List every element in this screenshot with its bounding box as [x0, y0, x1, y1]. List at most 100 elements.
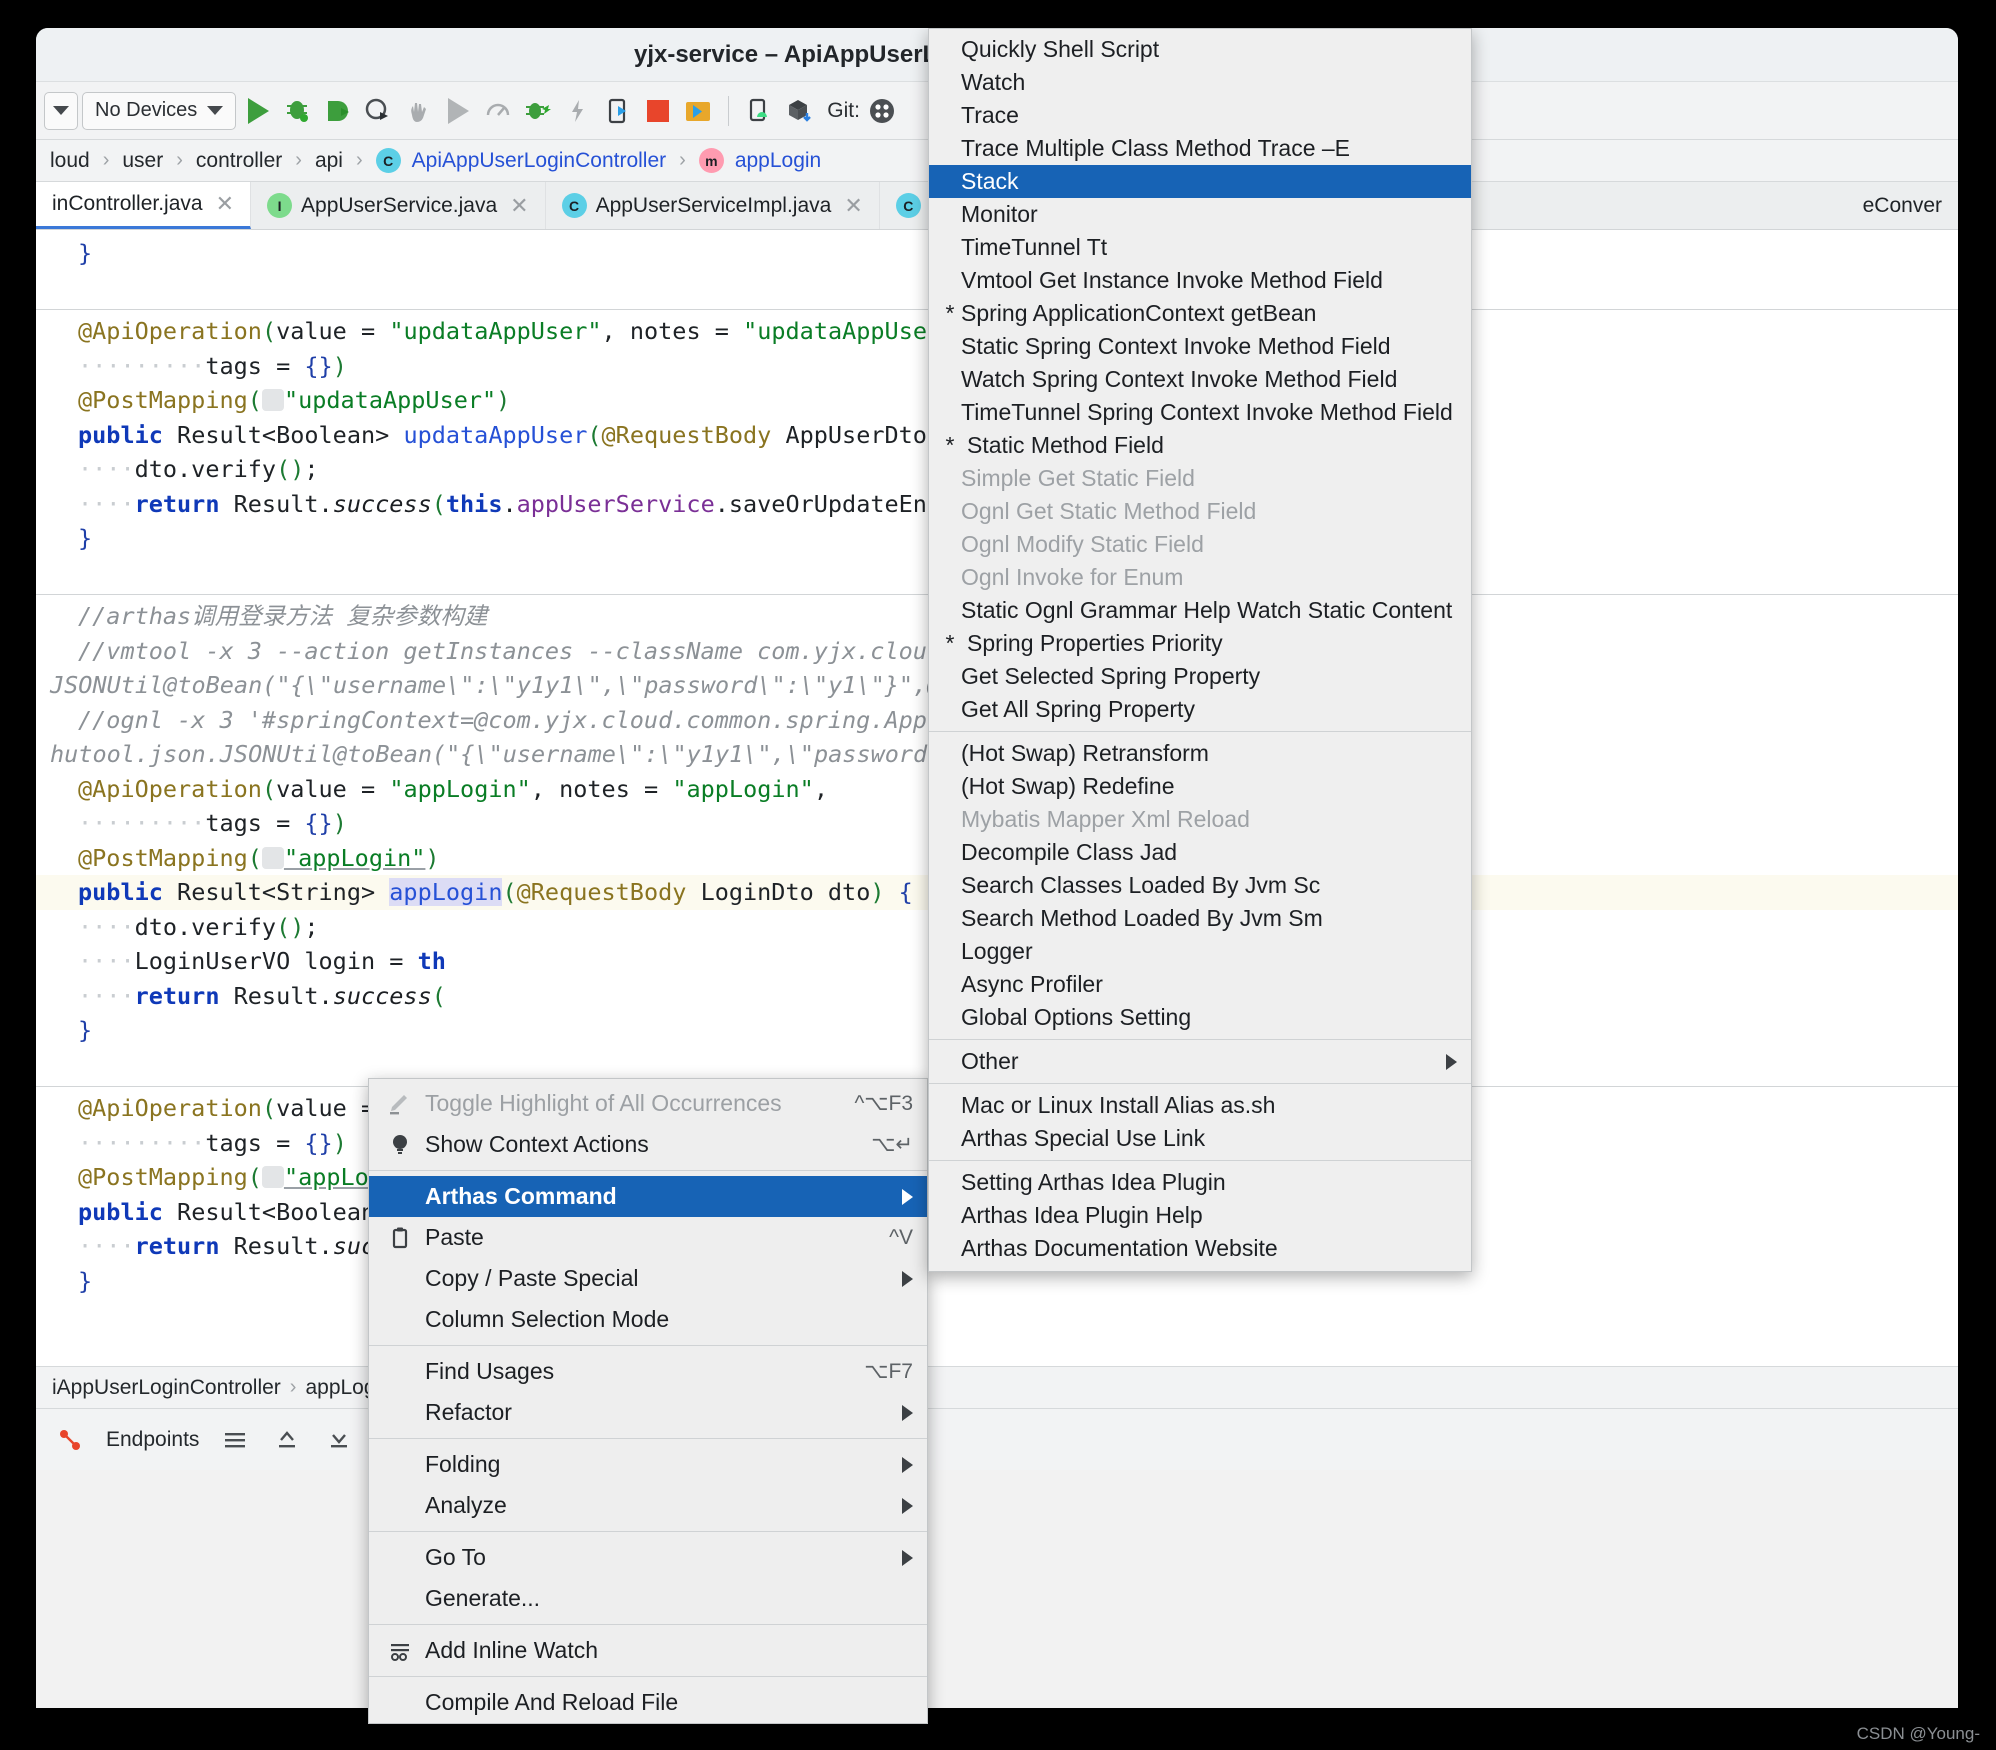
run-icon[interactable]: [240, 93, 276, 129]
arthas-item-trace[interactable]: Trace: [929, 99, 1471, 132]
breadcrumb-item-5[interactable]: appLogin: [735, 149, 821, 173]
menu-item-shortcut: ⌥F7: [864, 1360, 913, 1383]
menu-item-go-to[interactable]: Go To: [369, 1537, 927, 1578]
arthas-item-monitor[interactable]: Monitor: [929, 198, 1471, 231]
arthas-item-watch-spring-context-invoke[interactable]: Watch Spring Context Invoke Method Field: [929, 363, 1471, 396]
arthas-item-vmtool-get-instance[interactable]: Vmtool Get Instance Invoke Method Field: [929, 264, 1471, 297]
breadcrumb-item-4[interactable]: ApiAppUserLoginController: [412, 149, 666, 173]
list-icon[interactable]: [219, 1424, 251, 1456]
tab-converter[interactable]: eConver: [1847, 182, 1958, 229]
arthas-item-decompile-class-jad[interactable]: Decompile Class Jad: [929, 836, 1471, 869]
arthas-item-setting-arthas-idea-plugin[interactable]: Setting Arthas Idea Plugin: [929, 1166, 1471, 1199]
close-icon[interactable]: ✕: [844, 193, 862, 219]
tab-app-user-service-impl[interactable]: C AppUserServiceImpl.java ✕: [546, 182, 880, 229]
arthas-item-label: TimeTunnel Tt: [961, 234, 1108, 260]
menu-item-column-selection-mode[interactable]: Column Selection Mode: [369, 1299, 927, 1340]
rest-endpoint-icon: [261, 389, 284, 411]
arthas-item-arthas-documentation-website[interactable]: Arthas Documentation Website: [929, 1232, 1471, 1265]
method-icon: m: [698, 148, 724, 173]
device-selector[interactable]: No Devices: [82, 91, 237, 130]
run-with-coverage-icon[interactable]: [320, 93, 356, 129]
menu-item-add-inline-watch[interactable]: Add Inline Watch: [369, 1630, 927, 1671]
phone-icon[interactable]: [741, 93, 777, 129]
arthas-item-ognl-invoke-for-enum[interactable]: Ognl Invoke for Enum: [929, 561, 1471, 594]
tab-api-app-user-login-controller[interactable]: inController.java ✕: [36, 182, 252, 229]
android-avd-icon[interactable]: [680, 93, 716, 129]
inline-watch-icon: [383, 1638, 417, 1664]
arthas-item-logger[interactable]: Logger: [929, 935, 1471, 968]
menu-item-analyze[interactable]: Analyze: [369, 1485, 927, 1526]
arthas-item-label: Logger: [961, 938, 1033, 964]
menu-item-paste[interactable]: Paste ^V: [369, 1217, 927, 1258]
menu-item-label: Find Usages: [425, 1358, 555, 1384]
arthas-item-mac-or-linux-install-alias[interactable]: Mac or Linux Install Alias as.sh: [929, 1089, 1471, 1122]
tab-app-user-service[interactable]: I AppUserService.java ✕: [251, 182, 546, 229]
arthas-item-spring-properties-priority[interactable]: * Spring Properties Priority: [929, 627, 1471, 660]
breadcrumb-item-3[interactable]: api: [315, 149, 343, 173]
arthas-item-get-selected-spring-property[interactable]: Get Selected Spring Property: [929, 660, 1471, 693]
arthas-item-arthas-idea-plugin-help[interactable]: Arthas Idea Plugin Help: [929, 1199, 1471, 1232]
menu-item-folding[interactable]: Folding: [369, 1444, 927, 1485]
profile-icon[interactable]: [360, 93, 396, 129]
menu-item-find-usages[interactable]: Find Usages ⌥F7: [369, 1351, 927, 1392]
menu-item-compile-and-reload-file[interactable]: Compile And Reload File: [369, 1682, 927, 1723]
git-branch-icon[interactable]: [864, 93, 900, 129]
arthas-item-spring-applicationcontext-getbean[interactable]: * Spring ApplicationContext getBean: [929, 297, 1471, 330]
project-selector[interactable]: [44, 91, 78, 130]
arthas-item-search-classes-loaded-by-jvm-sc[interactable]: Search Classes Loaded By Jvm Sc: [929, 869, 1471, 902]
arthas-item-timetunnel-tt[interactable]: TimeTunnel Tt: [929, 231, 1471, 264]
editor-context-menu[interactable]: Toggle Highlight of All Occurrences ^⌥F3…: [368, 1078, 928, 1724]
attach-debugger-icon[interactable]: [520, 93, 556, 129]
arthas-item-stack[interactable]: Stack: [929, 165, 1471, 198]
breadcrumb-item-1[interactable]: user: [122, 149, 163, 173]
class-icon: C: [375, 148, 401, 173]
arthas-item-timetunnel-spring-context-invoke[interactable]: TimeTunnel Spring Context Invoke Method …: [929, 396, 1471, 429]
arthas-item-trace-multiple-class-method[interactable]: Trace Multiple Class Method Trace –E: [929, 132, 1471, 165]
breadcrumb-item-2[interactable]: controller: [196, 149, 282, 173]
menu-item-show-context-actions[interactable]: Show Context Actions ⌥↵: [369, 1124, 927, 1165]
menu-item-copy-paste-special[interactable]: Copy / Paste Special: [369, 1258, 927, 1299]
endpoints-label[interactable]: Endpoints: [106, 1428, 199, 1452]
menu-item-generate[interactable]: Generate...: [369, 1578, 927, 1619]
arthas-item-global-options-setting[interactable]: Global Options Setting: [929, 1001, 1471, 1034]
chevron-right-icon: ›: [295, 149, 302, 171]
arthas-item-ognl-modify-static-field[interactable]: Ognl Modify Static Field: [929, 528, 1471, 561]
arthas-item-label: Monitor: [961, 201, 1038, 227]
arthas-item-other[interactable]: Other: [929, 1045, 1471, 1078]
breadcrumb-item-0[interactable]: loud: [50, 149, 90, 173]
class-icon: C: [561, 193, 587, 218]
submenu-arrow-icon: [902, 1456, 913, 1473]
export-icon[interactable]: [271, 1424, 303, 1456]
arthas-item-arthas-special-use-link[interactable]: Arthas Special Use Link: [929, 1122, 1471, 1155]
arthas-item-get-all-spring-property[interactable]: Get All Spring Property: [929, 693, 1471, 726]
arthas-item-static-ognl-grammar-help[interactable]: Static Ognl Grammar Help Watch Static Co…: [929, 594, 1471, 627]
menu-item-toggle-highlight[interactable]: Toggle Highlight of All Occurrences ^⌥F3: [369, 1083, 927, 1124]
arthas-item-ognl-get-static-method-field[interactable]: Ognl Get Static Method Field: [929, 495, 1471, 528]
arthas-item-hot-swap-retransform[interactable]: (Hot Swap) Retransform: [929, 737, 1471, 770]
import-icon[interactable]: [323, 1424, 355, 1456]
device-manager-icon[interactable]: [600, 93, 636, 129]
arthas-item-label: Search Method Loaded By Jvm Sm: [961, 905, 1323, 931]
debug-icon[interactable]: [280, 93, 316, 129]
arthas-item-simple-get-static-field[interactable]: Simple Get Static Field: [929, 462, 1471, 495]
arthas-item-static-spring-context-invoke[interactable]: Static Spring Context Invoke Method Fiel…: [929, 330, 1471, 363]
stop-icon[interactable]: [640, 93, 676, 129]
arthas-item-label: Spring ApplicationContext getBean: [961, 300, 1317, 326]
arthas-item-static-method-field[interactable]: * Static Method Field: [929, 429, 1471, 462]
arthas-item-quickly-shell-script[interactable]: Quickly Shell Script: [929, 33, 1471, 66]
arthas-item-label: Quickly Shell Script: [961, 36, 1160, 62]
arthas-item-async-profiler[interactable]: Async Profiler: [929, 968, 1471, 1001]
arthas-command-submenu[interactable]: Quickly Shell Script Watch Trace Trace M…: [928, 28, 1472, 1272]
close-icon[interactable]: ✕: [216, 191, 234, 217]
bottom-breadcrumb-class[interactable]: iAppUserLoginController: [52, 1376, 281, 1400]
hand-icon: [400, 93, 436, 129]
close-icon[interactable]: ✕: [510, 193, 528, 219]
menu-separator: [369, 1345, 927, 1346]
arthas-item-hot-swap-redefine[interactable]: (Hot Swap) Redefine: [929, 770, 1471, 803]
sync-gradle-icon[interactable]: [781, 93, 817, 129]
arthas-item-watch[interactable]: Watch: [929, 66, 1471, 99]
arthas-item-search-method-loaded-by-jvm-sm[interactable]: Search Method Loaded By Jvm Sm: [929, 902, 1471, 935]
menu-item-arthas-command[interactable]: Arthas Command: [369, 1176, 927, 1217]
arthas-item-mybatis-mapper-xml-reload[interactable]: Mybatis Mapper Xml Reload: [929, 803, 1471, 836]
menu-item-refactor[interactable]: Refactor: [369, 1392, 927, 1433]
